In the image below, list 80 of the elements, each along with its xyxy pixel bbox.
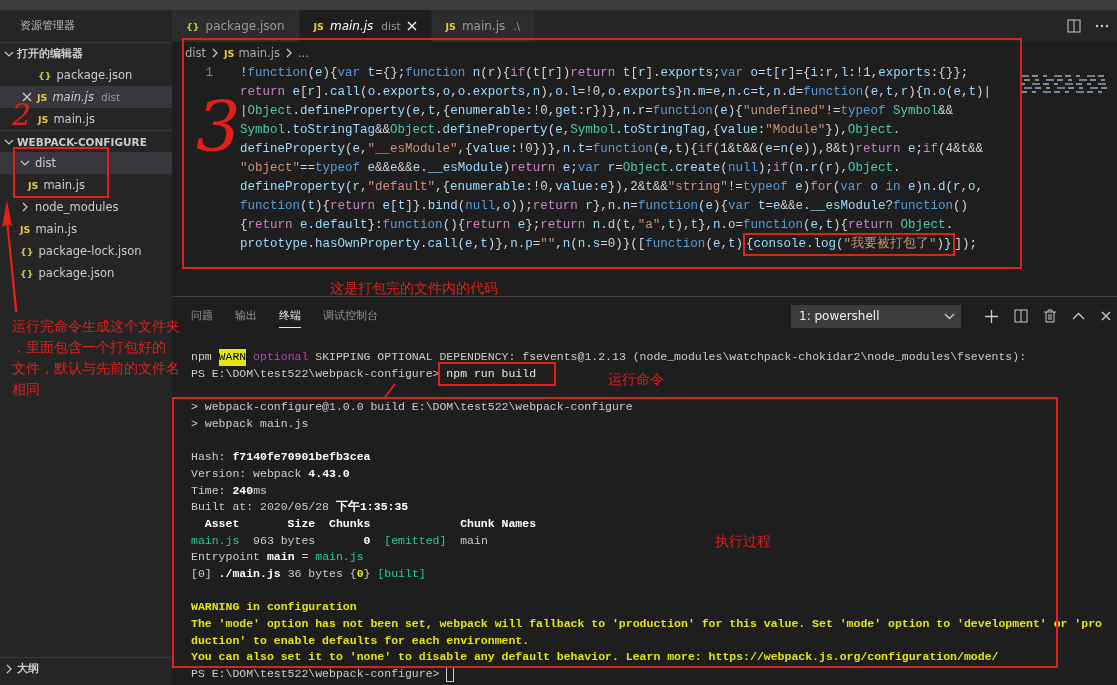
panel-tab[interactable]: 调试控制台: [323, 304, 378, 328]
sidebar-title: 资源管理器: [19, 18, 76, 33]
section-header[interactable]: 大纲: [0, 657, 172, 679]
terminal-line: > webpack-configure@1.0.0 build E:\DOM\test522\webpack-configure: [191, 399, 633, 416]
code-line: ]);: [954, 236, 978, 253]
terminal-line: duction' to enable defaults for each environment.: [191, 632, 530, 649]
file-type-icon: JS: [20, 223, 31, 235]
annotation-note: 运行完命令生成这个文件夹 ，里面包含一个打包好的 文件，默认与先前的文件名 相同: [12, 317, 180, 399]
file-type-icon: {}: [20, 267, 34, 279]
code-line: return e[r].call(o.exports,o,o.exports,n),o.l=!0,o.exports}n.m=e,n.c=t,n.d=function(e,t,r){n.o(e,t)|: [240, 84, 991, 101]
folder-item[interactable]: node_modules: [20, 196, 119, 218]
editor-tab[interactable]: JS main.js .\: [431, 10, 536, 42]
file-item[interactable]: {} package.json: [20, 262, 115, 284]
code-line: Symbol.toStringTag&&Object.defineProperty(e,Symbol.toStringTag,{value:"Module"}),Object.: [240, 122, 901, 139]
file-item[interactable]: JS main.js: [20, 218, 77, 240]
code-line: defineProperty(e,"__esModule",{value:!0})},n.t=function(e,t){if(1&t&&(e=n(e)),8&t)return e;if(4&t&&: [240, 141, 984, 158]
trash-icon[interactable]: [1044, 309, 1056, 323]
code-line: |Object.defineProperty(e,t,{enumerable:!0,get:r})},n.r=function(e){"undefined"!=typeof Symbol&&: [240, 103, 953, 120]
chevron-icon: [20, 202, 30, 212]
chevron-icon: [20, 158, 30, 168]
breadcrumb-item[interactable]: main.js: [238, 46, 280, 60]
split-terminal-icon[interactable]: [1014, 309, 1028, 323]
file-type-icon: JS: [313, 20, 324, 32]
annotation-note: 运行命令: [608, 370, 664, 389]
code-line: "object"==typeof e&&e&&e.__esModule)return e;var r=Object.create(null);if(n.r(r),Object.: [240, 160, 901, 177]
breadcrumb-item[interactable]: dist: [185, 46, 206, 60]
code-line: prototype.hasOwnProperty.call(e,t)},n.p="",n(n.s=0)}([function(e,t): [240, 236, 743, 253]
pen-stroke: [383, 383, 396, 398]
split-editor-icon[interactable]: [1067, 19, 1081, 33]
breadcrumb-item[interactable]: ...: [297, 46, 309, 60]
editor-tab[interactable]: JS main.js dist: [299, 10, 432, 42]
open-editor-item[interactable]: {} package.json: [38, 64, 133, 86]
terminal-line: main.js 963 bytes 0 [emitted] main: [191, 532, 488, 549]
panel-tab[interactable]: 问题: [191, 304, 213, 328]
file-type-icon: {}: [20, 245, 34, 257]
chevron-up-icon[interactable]: [1072, 312, 1085, 320]
line-number: 1: [204, 65, 213, 82]
terminal-line: PS E:\DOM\test522\webpack-configure>: [191, 666, 455, 683]
panel-tab[interactable]: 输出: [235, 304, 257, 328]
terminal-line: Built at: 2020/05/28 下午1:35:35: [191, 499, 409, 516]
file-item[interactable]: {} package-lock.json: [20, 240, 142, 262]
plus-icon[interactable]: [985, 309, 998, 323]
terminal-text: PS E:\DOM\test522\webpack-configure>: [191, 365, 441, 382]
terminal-line: Entrypoint main = main.js: [191, 549, 364, 566]
panel-tab[interactable]: 终端: [279, 304, 301, 328]
file-type-icon: {}: [38, 69, 52, 81]
terminal-select[interactable]: 1: powershell: [791, 304, 961, 328]
terminal-line: Hash: f7140fe70901befb3cea: [191, 449, 371, 466]
code-line: defineProperty(r,"default",{enumerable:!0,value:e}),2&t&&"string"!=typeof e)for(var o in e)n.d(r,o,: [240, 179, 984, 196]
chevron-icon: [4, 663, 14, 674]
terminal-line: Asset Size Chunks Chunk Names: [203, 515, 537, 532]
file-type-icon: JS: [28, 179, 39, 191]
folder-item[interactable]: dist: [0, 152, 172, 174]
terminal-line: [0] ./main.js 36 bytes {0} [built]: [191, 565, 426, 582]
chevron-icon: [210, 48, 220, 58]
terminal-line: Version: webpack 4.43.0: [191, 465, 350, 482]
file-type-icon: JS: [38, 113, 49, 125]
file-type-icon: JS: [224, 47, 235, 59]
file-type-icon: {}: [186, 20, 200, 32]
terminal-line: Time: 240ms: [191, 482, 267, 499]
code-line: !function(e){var t={};function n(r){if(t[r])return t[r].exports;var o=t[r]={i:r,l:!1,exports:{}};: [240, 65, 969, 82]
code-line: function(t){return e[t]}.bind(null,o));return r},n.n=function(e){var t=e&&e.__esModule?function(): [240, 198, 969, 215]
annotation-note: 这是打包完的文件内的代码: [330, 279, 498, 298]
handwritten-number: 3: [196, 92, 241, 162]
highlighted-code: {console.log("我要被打包了")}: [742, 233, 955, 256]
terminal-line: > webpack main.js: [191, 415, 309, 432]
caret-icon: [944, 312, 955, 320]
open-editor-item[interactable]: JS main.js: [38, 108, 95, 130]
annotation-note: 执行过程: [715, 532, 771, 551]
close-icon[interactable]: [22, 92, 32, 102]
editor-tab[interactable]: {} package.json: [172, 10, 300, 42]
file-item[interactable]: JS main.js: [28, 174, 85, 196]
terminal-line: You can also set it to 'none' to disable any default behavior. Learn more: https://webpack.js.org/configuration/mode/: [191, 649, 999, 666]
highlighted-command: npm run build: [438, 361, 557, 387]
code-line: {return e.default}:function(){return e};return n.d(t,"a",t),t},n.o=function(e,t){return Object.: [240, 217, 954, 234]
file-type-icon: JS: [37, 91, 48, 103]
file-type-icon: JS: [445, 20, 456, 32]
terminal-line: WARNING in configuration: [191, 599, 357, 616]
more-icon[interactable]: [1095, 24, 1109, 28]
close-icon[interactable]: [1101, 311, 1111, 321]
